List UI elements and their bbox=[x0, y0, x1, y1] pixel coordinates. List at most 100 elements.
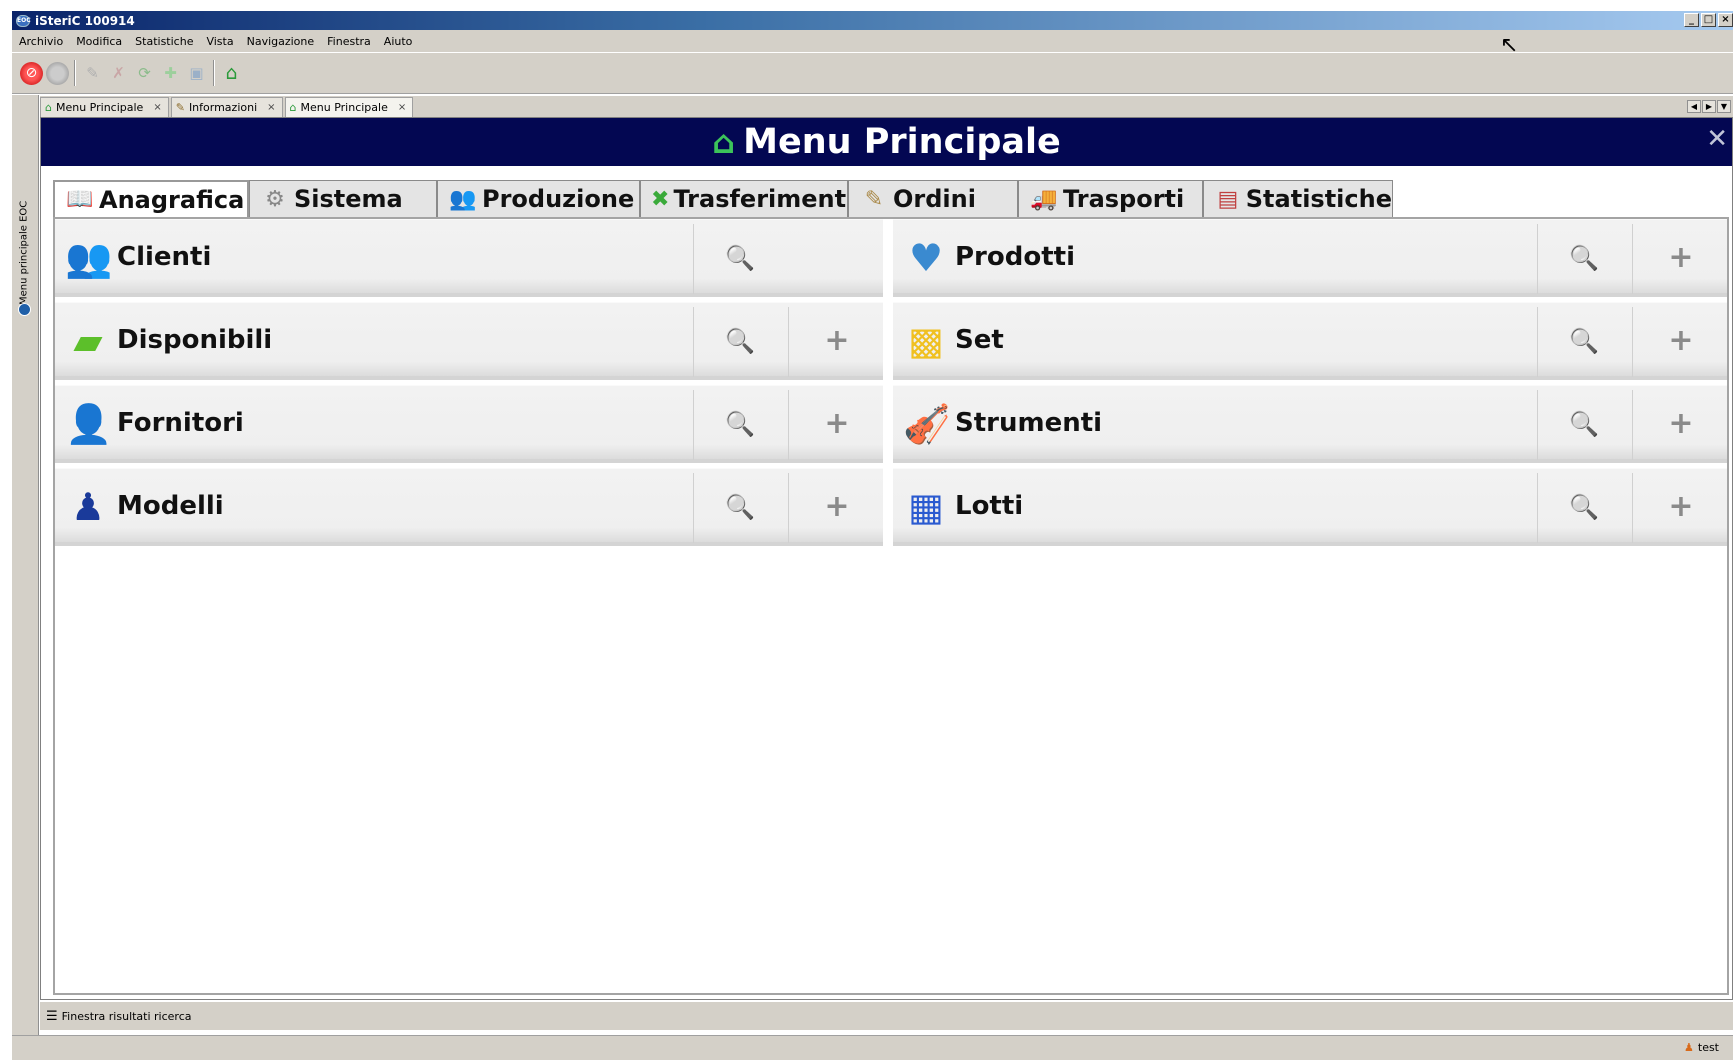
add-icon[interactable]: + bbox=[815, 487, 859, 527]
clipboard-icon: ✎ bbox=[864, 186, 884, 212]
row-divider bbox=[1632, 473, 1633, 543]
menu-bar: Archivio Modifica Statistiche Vista Navigazi… bbox=[12, 30, 1733, 52]
menu-item-finestra[interactable]: Finestra bbox=[327, 35, 371, 48]
delete-icon[interactable]: ✗ bbox=[107, 62, 130, 85]
add-icon[interactable]: + bbox=[1659, 487, 1703, 527]
search-icon[interactable]: 🔍 bbox=[1562, 404, 1606, 444]
document-tab-2[interactable]: ⌂ Menu Principale × bbox=[284, 97, 414, 117]
search-icon[interactable]: 🔍 bbox=[1562, 321, 1606, 361]
maximize-button[interactable]: □ bbox=[1701, 13, 1716, 27]
section-tab-statistiche[interactable]: ▤ Statistiche bbox=[1203, 180, 1393, 217]
toolbar-separator bbox=[213, 60, 215, 86]
section-tab-label: Trasferimenti bbox=[673, 185, 855, 213]
search-icon[interactable]: 🔍 bbox=[718, 487, 762, 527]
section-tab-label: Ordini bbox=[893, 185, 976, 213]
item-row-modelli[interactable]: ♟ Modelli 🔍 + bbox=[55, 468, 883, 546]
clients-icon: 👥 bbox=[65, 236, 113, 280]
add-icon[interactable]: ✚ bbox=[159, 62, 182, 85]
stamp-icon: ♟ bbox=[70, 485, 106, 529]
refresh-icon[interactable]: ⟳ bbox=[133, 62, 156, 85]
brick-icon: ▩ bbox=[908, 319, 944, 363]
document-tab-label: Informazioni bbox=[188, 101, 258, 114]
close-icon[interactable]: ✕ bbox=[1706, 124, 1728, 154]
search-results-bar[interactable]: ☰ Finestra risultati ricerca bbox=[40, 1002, 1733, 1030]
item-label[interactable]: Fornitori bbox=[117, 408, 244, 438]
add-icon[interactable]: + bbox=[1659, 238, 1703, 278]
minimize-button[interactable]: _ bbox=[1684, 13, 1699, 27]
save-icon[interactable]: ▣ bbox=[185, 62, 208, 85]
item-row-disponibili[interactable]: ▰ Disponibili 🔍 + bbox=[55, 302, 883, 380]
tab-navigation: ◀ ▶ ▼ bbox=[1687, 100, 1731, 113]
item-row-fornitori[interactable]: 👤 Fornitori 🔍 + bbox=[55, 385, 883, 463]
row-divider bbox=[693, 390, 694, 460]
section-tab-sistema[interactable]: ⚙ Sistema bbox=[249, 180, 437, 217]
section-tab-ordini[interactable]: ✎ Ordini bbox=[848, 180, 1018, 217]
window-controls: _ □ × bbox=[1684, 13, 1733, 27]
search-icon[interactable]: 🔍 bbox=[1562, 238, 1606, 278]
add-icon[interactable]: + bbox=[815, 404, 859, 444]
tab-close-icon[interactable]: × bbox=[153, 102, 161, 113]
menu-item-archivio[interactable]: Archivio bbox=[19, 35, 63, 48]
side-panel-label[interactable]: Menu principale EOC bbox=[14, 195, 34, 305]
tab-scroll-left-icon[interactable]: ◀ bbox=[1687, 100, 1701, 113]
document-tab-0[interactable]: ⌂ Menu Principale × bbox=[40, 97, 169, 117]
page-title: Menu Principale bbox=[743, 122, 1061, 162]
document-tab-label: Menu Principale bbox=[55, 101, 144, 114]
item-row-clienti[interactable]: 👥 Clienti 🔍 bbox=[55, 219, 883, 297]
tab-list-icon[interactable]: ▼ bbox=[1717, 100, 1731, 113]
section-tab-trasferimenti[interactable]: ✖ Trasferimenti bbox=[640, 180, 854, 217]
transfer-icon: ✖ bbox=[651, 186, 670, 212]
search-icon[interactable]: 🔍 bbox=[718, 238, 762, 278]
menu-item-vista[interactable]: Vista bbox=[206, 35, 233, 48]
tab-scroll-right-icon[interactable]: ▶ bbox=[1702, 100, 1716, 113]
pencil-icon[interactable]: ✎ bbox=[81, 62, 104, 85]
main-content: ⌂ Menu Principale ✕ 📖 Anagrafica ⚙ Sistema 👥… bbox=[40, 117, 1733, 1000]
item-label[interactable]: Disponibili bbox=[117, 325, 272, 355]
item-row-lotti[interactable]: ▦ Lotti 🔍 + bbox=[893, 468, 1727, 546]
home-icon[interactable]: ⌂ bbox=[220, 62, 243, 85]
section-tab-label: Sistema bbox=[294, 185, 403, 213]
section-tab-trasporti[interactable]: 🚚 Trasporti bbox=[1018, 180, 1203, 217]
add-icon[interactable]: + bbox=[1659, 404, 1703, 444]
item-row-prodotti[interactable]: ♥ Prodotti 🔍 + bbox=[893, 219, 1727, 297]
row-divider bbox=[693, 307, 694, 377]
close-window-button[interactable]: × bbox=[1718, 13, 1733, 27]
menu-item-navigazione[interactable]: Navigazione bbox=[247, 35, 315, 48]
side-panel-icon[interactable] bbox=[18, 303, 31, 316]
item-label[interactable]: Clienti bbox=[117, 242, 211, 272]
row-divider bbox=[1632, 307, 1633, 377]
search-icon[interactable]: 🔍 bbox=[718, 404, 762, 444]
stop-icon[interactable]: ⊘ bbox=[20, 61, 43, 85]
home-icon: ⌂ bbox=[712, 123, 736, 161]
item-row-strumenti[interactable]: 🎻 Strumenti 🔍 + bbox=[893, 385, 1727, 463]
item-row-set[interactable]: ▩ Set 🔍 + bbox=[893, 302, 1727, 380]
window-title: iSteriC 100914 bbox=[35, 13, 135, 28]
search-icon[interactable]: 🔍 bbox=[1562, 487, 1606, 527]
calendar-icon: ▦ bbox=[908, 485, 944, 529]
item-label[interactable]: Set bbox=[955, 325, 1004, 355]
item-label[interactable]: Lotti bbox=[955, 491, 1023, 521]
search-icon[interactable]: 🔍 bbox=[718, 321, 762, 361]
gear-icon: ⚙ bbox=[265, 186, 285, 212]
document-tab-1[interactable]: ✎ Informazioni × bbox=[170, 97, 283, 117]
section-tab-produzione[interactable]: 👥 Produzione bbox=[437, 180, 640, 217]
circle-icon[interactable] bbox=[46, 61, 69, 85]
menu-item-modifica[interactable]: Modifica bbox=[76, 35, 122, 48]
item-label[interactable]: Modelli bbox=[117, 491, 224, 521]
menu-item-statistiche[interactable]: Statistiche bbox=[135, 35, 193, 48]
tab-close-icon[interactable]: × bbox=[267, 102, 275, 113]
section-tab-label: Statistiche bbox=[1245, 185, 1392, 213]
add-icon[interactable]: + bbox=[815, 321, 859, 361]
add-icon[interactable]: + bbox=[1659, 321, 1703, 361]
page-header: ⌂ Menu Principale ✕ bbox=[41, 118, 1732, 166]
item-label[interactable]: Prodotti bbox=[955, 242, 1075, 272]
user-icon: ♟ bbox=[1684, 1041, 1694, 1054]
row-divider bbox=[1632, 390, 1633, 460]
row-divider bbox=[693, 473, 694, 543]
app-window: EOC iSteriC 100914 _ □ × Archivio Modific… bbox=[0, 0, 1733, 1060]
section-tab-anagrafica[interactable]: 📖 Anagrafica bbox=[53, 180, 249, 217]
menu-item-aiuto[interactable]: Aiuto bbox=[384, 35, 413, 48]
tab-close-icon[interactable]: × bbox=[398, 102, 406, 113]
user-indicator: ♟ test bbox=[1684, 1041, 1719, 1054]
item-label[interactable]: Strumenti bbox=[955, 408, 1102, 438]
